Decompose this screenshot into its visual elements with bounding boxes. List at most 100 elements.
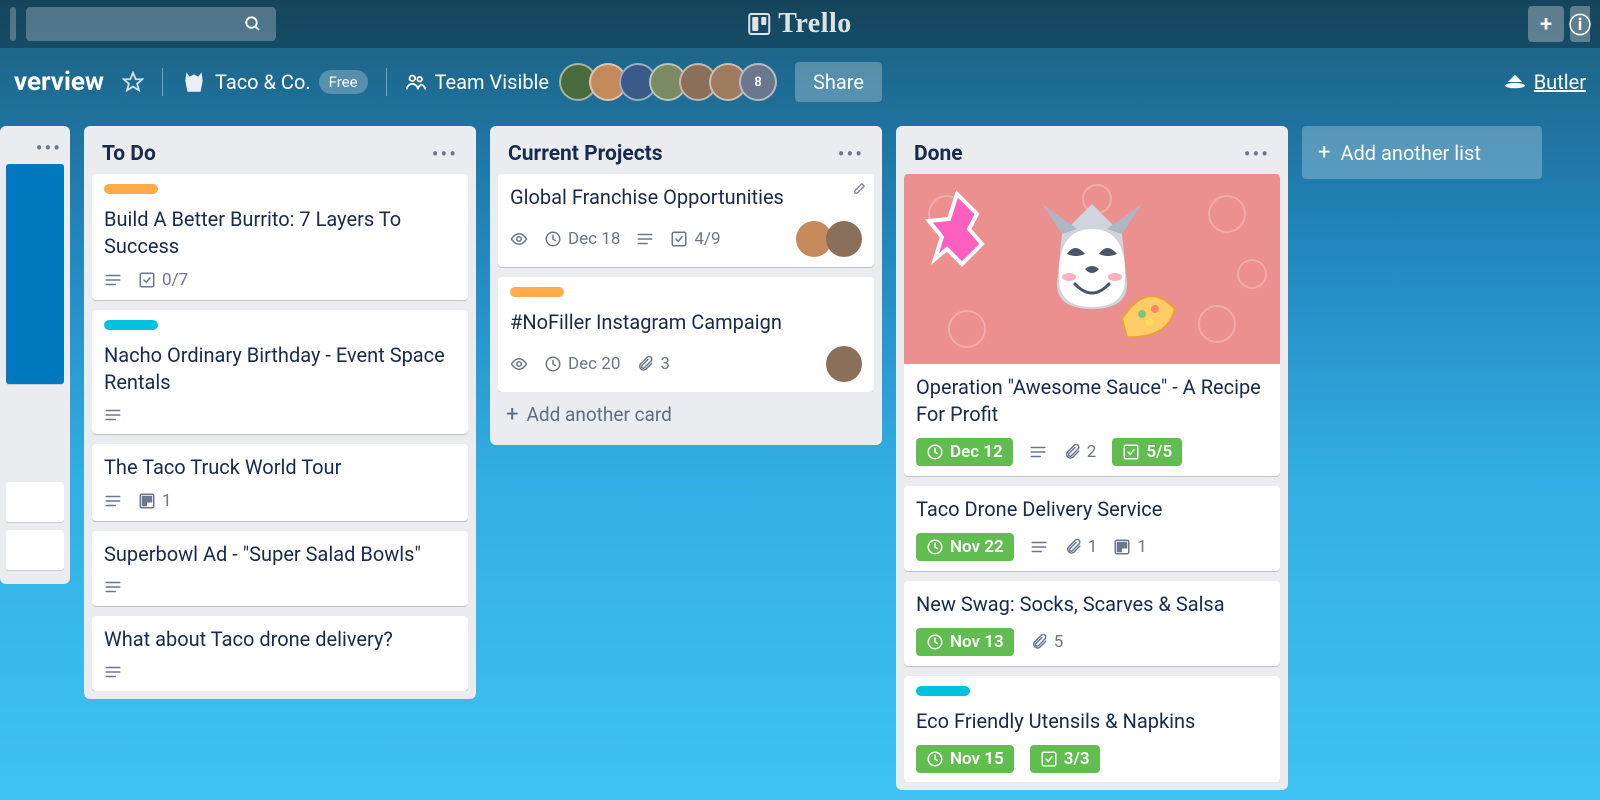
- card-badges: [104, 578, 456, 596]
- list-title[interactable]: To Do: [102, 142, 156, 166]
- add-list-label: Add another list: [1340, 141, 1480, 165]
- board-name[interactable]: verview: [14, 67, 104, 97]
- trello-logo-icon: [748, 13, 770, 35]
- list-menu-icon[interactable]: •••: [432, 142, 458, 166]
- card-label-sky[interactable]: [916, 686, 970, 696]
- add-list-button[interactable]: + Add another list: [1302, 126, 1542, 179]
- due-badge: Nov 13: [916, 628, 1014, 656]
- share-label: Share: [813, 70, 864, 94]
- desc-badge: [104, 271, 122, 289]
- card-title: Nacho Ordinary Birthday - Event Space Re…: [104, 342, 456, 396]
- create-button[interactable]: +: [1528, 6, 1564, 42]
- eye-badge: [510, 230, 528, 248]
- plan-badge: Free: [319, 70, 368, 94]
- check-badge: 3/3: [1030, 745, 1100, 773]
- card-label-sky[interactable]: [104, 320, 158, 330]
- desc-badge: [104, 578, 122, 596]
- butler-link[interactable]: Butler: [1504, 70, 1586, 94]
- card[interactable]: Eco Friendly Utensils & Napkins Nov 15 3/3: [904, 676, 1280, 782]
- list-title[interactable]: Current Projects: [508, 142, 663, 166]
- card-badges: Nov 13 5: [916, 628, 1268, 656]
- board: ••• To Do ••• Build A Better Burrito: 7 L…: [0, 116, 1600, 800]
- card-title: Superbowl Ad - "Super Salad Bowls": [104, 541, 456, 568]
- desc-badge: [1029, 443, 1047, 461]
- member-avatar[interactable]: [826, 221, 862, 257]
- butler-icon: [1504, 73, 1526, 91]
- card-title: The Taco Truck World Tour: [104, 454, 456, 481]
- card[interactable]: Nacho Ordinary Birthday - Event Space Re…: [92, 310, 468, 434]
- due-badge: Nov 15: [916, 745, 1014, 773]
- list: Done ••• Operation "Awesome Sauce" - A R…: [896, 126, 1288, 790]
- visibility-button[interactable]: Team Visible: [405, 70, 549, 94]
- badge-text: 3: [660, 354, 670, 374]
- pencil-icon[interactable]: [852, 182, 866, 196]
- eye-badge: [510, 355, 528, 373]
- list-menu-icon[interactable]: •••: [36, 136, 62, 160]
- card[interactable]: Operation "Awesome Sauce" - A Recipe For…: [904, 174, 1280, 476]
- list: Current Projects ••• Global Franchise Opp…: [490, 126, 882, 445]
- card[interactable]: Taco Drone Delivery ServiceNov 2211: [904, 486, 1280, 571]
- list-title[interactable]: Done: [914, 142, 963, 166]
- badge-text: Nov 22: [950, 537, 1004, 557]
- due-badge: Dec 20: [544, 354, 620, 374]
- badge-text: Dec 12: [950, 442, 1003, 462]
- desc-badge: [1030, 538, 1048, 556]
- visibility-label: Team Visible: [435, 70, 549, 94]
- attach-badge: 5: [1030, 632, 1064, 652]
- team-chip[interactable]: Taco & Co. Free: [181, 69, 368, 95]
- card-title: Eco Friendly Utensils & Napkins: [916, 708, 1268, 735]
- check-badge: 0/7: [138, 270, 188, 290]
- badge-text: 5/5: [1146, 442, 1172, 462]
- card-peek[interactable]: [6, 164, 64, 384]
- card[interactable]: The Taco Truck World Tour 1: [92, 444, 468, 521]
- star-icon[interactable]: [122, 71, 144, 93]
- list-menu-icon[interactable]: •••: [1244, 142, 1270, 166]
- card-badges: Dec 12 2 5/5: [916, 438, 1268, 466]
- boards-button[interactable]: [10, 7, 16, 41]
- card-label-orange[interactable]: [104, 184, 158, 194]
- info-button[interactable]: ⓘ: [1570, 6, 1590, 42]
- add-card-button[interactable]: +Add another card: [498, 392, 874, 437]
- trello-badge: 1: [138, 491, 172, 511]
- card-cover: [904, 174, 1280, 364]
- card-title: Global Franchise Opportunities: [510, 184, 862, 211]
- card[interactable]: New Swag: Socks, Scarves & Salsa Nov 13 5: [904, 581, 1280, 666]
- team-name: Taco & Co.: [215, 70, 311, 94]
- husky-icon: [181, 69, 207, 95]
- card-title: #NoFiller Instagram Campaign: [510, 309, 862, 336]
- card-badges: Dec 20 3: [510, 346, 862, 382]
- card-peek[interactable]: [6, 530, 64, 570]
- list-menu-icon[interactable]: •••: [838, 142, 864, 166]
- badge-text: 1: [162, 491, 172, 511]
- badge-text: Nov 15: [950, 749, 1004, 769]
- card[interactable]: Superbowl Ad - "Super Salad Bowls": [92, 531, 468, 606]
- member-overflow[interactable]: 8: [739, 63, 777, 101]
- info-icon: ⓘ: [1569, 8, 1591, 40]
- desc-badge: [104, 492, 122, 510]
- board-header: verview Taco & Co. Free Team Visible 8 S…: [0, 48, 1600, 116]
- share-button[interactable]: Share: [795, 62, 882, 102]
- search-icon: [244, 15, 262, 33]
- card-label-orange[interactable]: [510, 287, 564, 297]
- due-badge: Dec 18: [544, 229, 620, 249]
- card[interactable]: #NoFiller Instagram Campaign Dec 20 3: [498, 277, 874, 392]
- divider: [386, 68, 387, 96]
- card[interactable]: Build A Better Burrito: 7 Layers To Succ…: [92, 174, 468, 300]
- card-title: New Swag: Socks, Scarves & Salsa: [916, 591, 1268, 618]
- member-avatar[interactable]: [826, 346, 862, 382]
- list-peek[interactable]: •••: [0, 126, 70, 584]
- member-avatars[interactable]: 8: [567, 63, 777, 101]
- card[interactable]: What about Taco drone delivery?: [92, 616, 468, 691]
- trello-badge: 1: [1113, 537, 1147, 557]
- attach-badge: 2: [1063, 442, 1097, 462]
- search-box[interactable]: [26, 7, 276, 41]
- card-peek[interactable]: [6, 482, 64, 522]
- badge-text: 1: [1137, 537, 1147, 557]
- badge-text: 5: [1054, 632, 1064, 652]
- card[interactable]: Global Franchise OpportunitiesDec 184/9: [498, 174, 874, 267]
- plus-icon: +: [1318, 140, 1330, 165]
- card-badges: [104, 663, 456, 681]
- badge-text: 2: [1087, 442, 1097, 462]
- app-logo[interactable]: Trello: [748, 8, 852, 40]
- card-badges: 1: [104, 491, 456, 511]
